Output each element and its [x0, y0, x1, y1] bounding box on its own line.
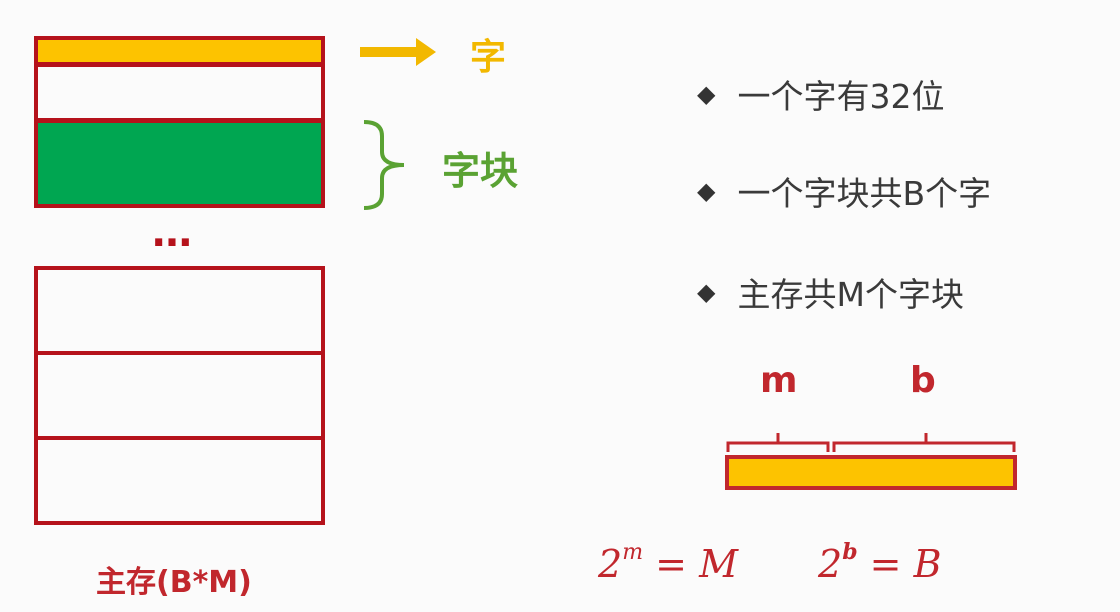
- address-field-m-label: m: [760, 360, 798, 401]
- address-bar: [725, 455, 1017, 490]
- block-label: 字块: [442, 149, 519, 193]
- diamond-bullet-icon: ◆: [697, 177, 716, 205]
- bullet-memory-size: ◆ 主存共M个字块: [697, 268, 964, 316]
- arrow-right-icon: [360, 38, 436, 66]
- memory-word-block: [34, 119, 325, 208]
- formula-b: 2b = B: [818, 539, 942, 586]
- formula-exponent: b: [842, 539, 858, 565]
- word-label: 字: [470, 37, 507, 78]
- formula-base: 2: [818, 542, 843, 586]
- memory-caption: 主存(B*M): [96, 565, 252, 600]
- formula-m: 2m = M: [598, 540, 738, 587]
- formula-rhs: = M: [655, 542, 738, 586]
- memory-block: [34, 436, 325, 525]
- bullet-block-size: ◆ 一个字块共B个字: [697, 167, 991, 215]
- address-brace-icon: [726, 433, 1016, 452]
- diamond-bullet-icon: ◆: [697, 80, 716, 108]
- bullet-text: 主存共M个字块: [737, 275, 964, 314]
- ellipsis: …: [152, 210, 193, 256]
- formula-exponent: m: [622, 540, 644, 565]
- formula-base: 2: [598, 542, 623, 586]
- memory-word-row: [34, 36, 325, 66]
- memory-block: [34, 351, 325, 440]
- address-field-b-label: b: [910, 360, 936, 401]
- diamond-bullet-icon: ◆: [697, 278, 716, 306]
- memory-diagram: … 主存(B*M) 字 字块 ◆ 一个字有32位 ◆ 一个字块共B个字 ◆ 主存…: [0, 0, 1120, 612]
- bullet-text: 一个字有32位: [737, 77, 945, 116]
- memory-row: [34, 63, 325, 122]
- bullet-text: 一个字块共B个字: [737, 174, 992, 213]
- formula-rhs: = B: [869, 542, 942, 586]
- right-brace-icon: [363, 120, 405, 210]
- bullet-word-size: ◆ 一个字有32位: [697, 70, 944, 118]
- memory-block: [34, 266, 325, 355]
